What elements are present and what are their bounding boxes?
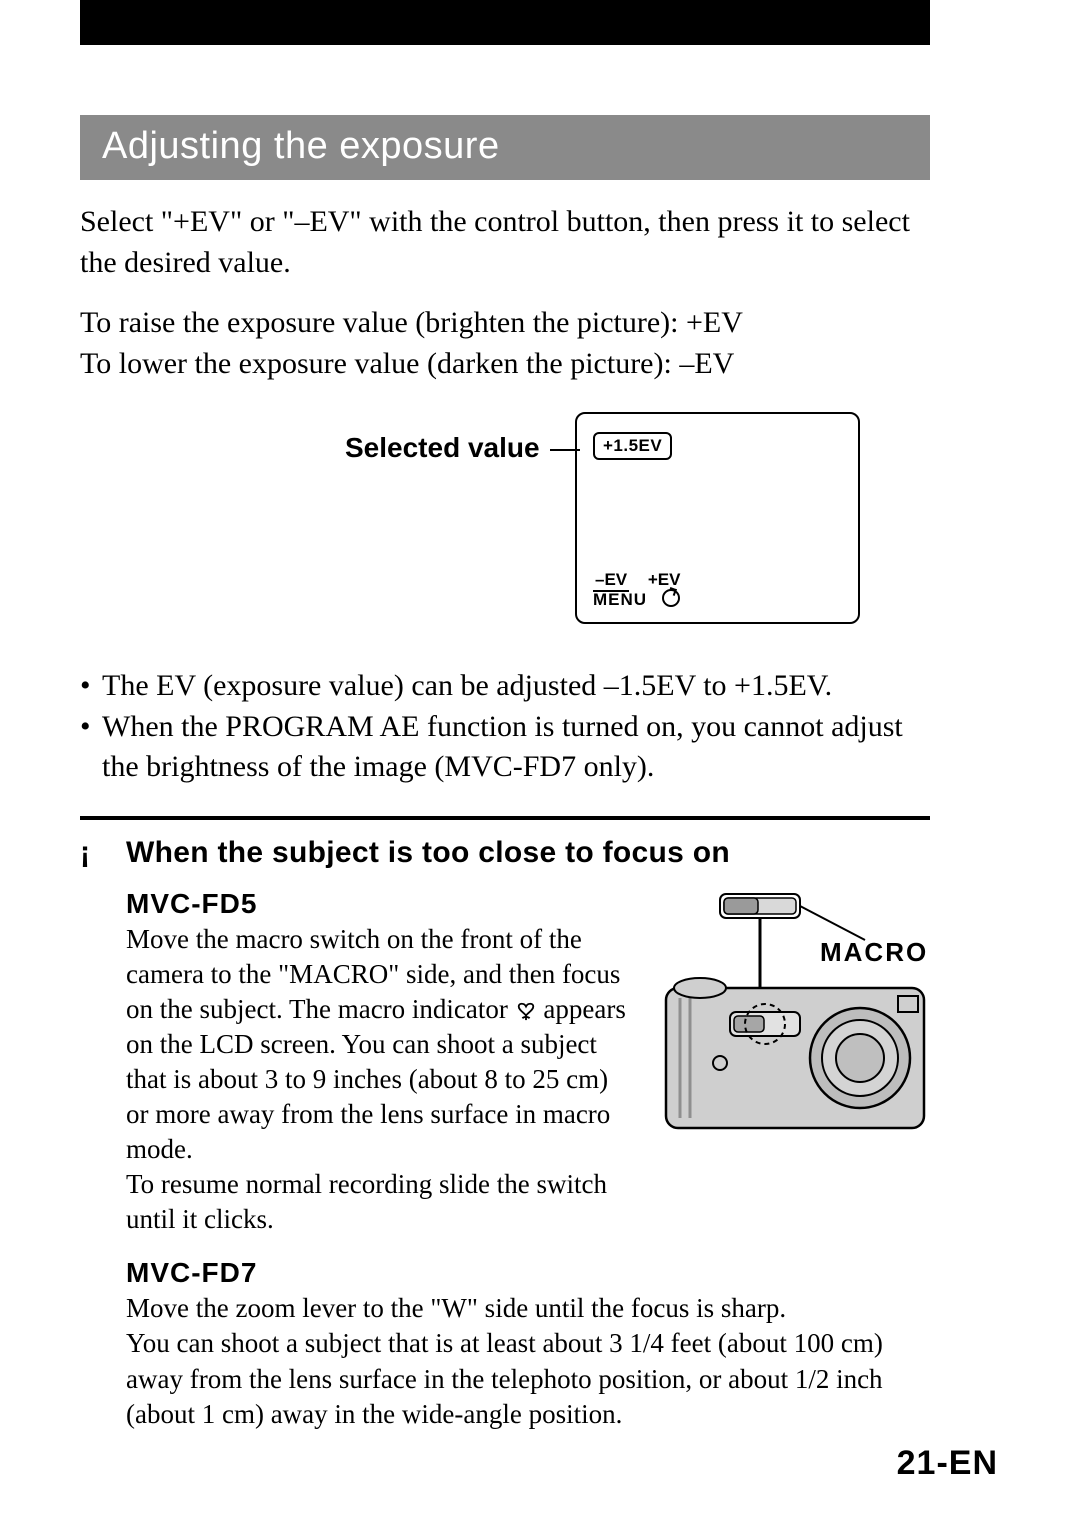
fd7-body2: You can shoot a subject that is at least… [126,1326,930,1431]
bullet-text: When the PROGRAM AE function is turned o… [102,707,930,788]
lcd-figure: Selected value +1.5EV –EV +EV MENU [80,412,930,642]
menu-label: MENU [593,590,647,609]
fd7-body1: Move the zoom lever to the "W" side unti… [126,1291,930,1326]
fd7-block: MVC-FD7 Move the zoom lever to the "W" s… [80,1257,930,1431]
page: Adjusting the exposure Select "+EV" or "… [0,0,1080,1523]
model-name-fd7: MVC-FD7 [126,1257,930,1289]
model-name-fd5: MVC-FD5 [126,888,636,920]
camera-figure [660,888,930,1143]
ev-badge: +1.5EV [593,432,672,460]
raise-line: To raise the exposure value (brighten th… [80,303,930,344]
lower-line: To lower the exposure value (darken the … [80,344,930,385]
bang-icon: ¡ [80,836,126,870]
fd5-body: Move the macro switch on the front of th… [126,922,636,1238]
bullet-text: The EV (exposure value) can be adjusted … [102,666,832,707]
fd5-body-c: To resume normal recording slide the swi… [126,1169,607,1234]
macro-heading: When the subject is too close to focus o… [126,836,730,870]
intro-text: Select "+EV" or "–EV" with the control b… [80,202,930,283]
page-number: 21-EN [897,1444,998,1483]
bullet-list: • The EV (exposure value) can be adjuste… [80,666,930,788]
lcd-bottom-row: –EV +EV MENU [593,570,680,610]
plus-ev-label: +EV [648,570,681,589]
section-heading: Adjusting the exposure [80,115,930,180]
divider [80,816,930,820]
top-black-bar [80,0,930,45]
selected-value-label: Selected value [345,432,540,464]
macro-heading-row: ¡ When the subject is too close to focus… [80,836,930,870]
bullet-item: • The EV (exposure value) can be adjuste… [80,666,930,707]
content-area: Adjusting the exposure Select "+EV" or "… [80,115,930,1432]
lcd-screen: +1.5EV –EV +EV MENU [575,412,860,624]
self-timer-icon [662,589,680,607]
macro-figure-label: MACRO [660,937,930,968]
fd5-block: MVC-FD5 Move the macro switch on the fro… [80,888,930,1238]
bullet-item: • When the PROGRAM AE function is turned… [80,707,930,788]
macro-indicator-icon [515,995,537,1015]
